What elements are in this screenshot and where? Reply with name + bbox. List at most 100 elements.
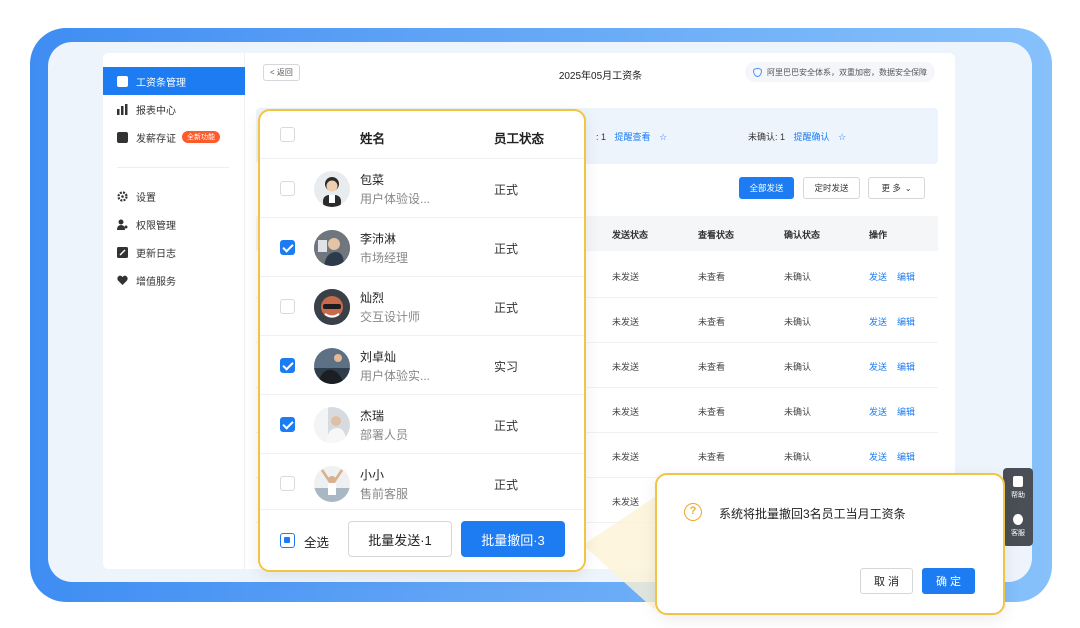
confirm-button[interactable]: 确 定 <box>922 568 975 594</box>
sidebar-item-label: 报表中心 <box>136 105 176 117</box>
send-link[interactable]: 发送 <box>869 405 887 418</box>
view-status: 未查看 <box>698 407 726 417</box>
new-feature-badge: 全新功能 <box>182 131 220 143</box>
question-icon: ? <box>684 503 702 521</box>
employee-role: 售前客服 <box>360 487 409 501</box>
select-all-checkbox[interactable] <box>280 533 295 548</box>
sidebar-item-payslip[interactable]: 工资条管理 <box>103 67 245 95</box>
row-checkbox[interactable] <box>280 358 295 373</box>
edit-link[interactable]: 编辑 <box>897 450 915 463</box>
edit-link[interactable]: 编辑 <box>897 405 915 418</box>
cancel-button[interactable]: 取 消 <box>860 568 913 594</box>
avatar <box>314 171 350 207</box>
pin-icon[interactable]: ☆ <box>659 132 667 142</box>
security-text: 阿里巴巴安全体系，双重加密，数据安全保障 <box>767 67 927 77</box>
confirm-status: 未确认 <box>784 407 812 417</box>
view-status: 未查看 <box>698 317 726 327</box>
select-all-label[interactable]: 全选 <box>304 532 329 551</box>
employee-name: 包菜 <box>360 173 385 187</box>
employee-status: 正式 <box>494 478 519 492</box>
help-button[interactable]: 帮助 <box>1003 470 1033 506</box>
avatar <box>314 348 350 384</box>
employee-status: 正式 <box>494 183 519 197</box>
edit-link[interactable]: 编辑 <box>897 360 915 373</box>
th-confirm-status: 确认状态 <box>784 230 821 240</box>
th-view-status: 查看状态 <box>698 230 735 240</box>
employee-name: 杰瑞 <box>360 409 385 423</box>
header-name: 姓名 <box>360 132 386 146</box>
row-checkbox[interactable] <box>280 417 295 432</box>
employee-row[interactable]: 小小 售前客服 正式 <box>260 454 584 513</box>
edit-link[interactable]: 编辑 <box>897 315 915 328</box>
row-checkbox[interactable] <box>280 240 295 255</box>
remind-view-link[interactable]: 提醒查看 <box>615 132 651 142</box>
help-label: 帮助 <box>1011 492 1025 499</box>
employee-status: 正式 <box>494 419 519 433</box>
viewed-value: : 1 <box>596 132 607 142</box>
send-status: 未发送 <box>612 362 640 372</box>
pin-icon[interactable]: ☆ <box>838 132 846 142</box>
confirm-status: 未确认 <box>784 452 812 462</box>
sidebar-item-permissions[interactable]: 权限管理 <box>103 210 245 238</box>
service-label: 客服 <box>1011 530 1025 537</box>
employee-role: 部署人员 <box>360 428 409 442</box>
payslip-icon <box>117 75 128 87</box>
send-link[interactable]: 发送 <box>869 360 887 373</box>
service-button[interactable]: 客服 <box>1003 508 1033 544</box>
sidebar-item-changelog[interactable]: 更新日志 <box>103 238 245 266</box>
employee-row[interactable]: 刘卓灿 用户体验实... 实习 <box>260 336 584 395</box>
th-send-status: 发送状态 <box>612 230 649 240</box>
send-link[interactable]: 发送 <box>869 270 887 283</box>
sidebar-item-label: 工资条管理 <box>136 77 186 89</box>
header-status: 员工状态 <box>494 132 545 146</box>
user-key-icon <box>117 219 128 230</box>
avatar <box>314 466 350 502</box>
send-all-button[interactable]: 全部发送 <box>739 177 794 199</box>
employee-role: 用户体验设... <box>360 192 431 206</box>
employee-name: 灿烈 <box>360 291 385 305</box>
more-dropdown[interactable]: 更 多 ⌄ <box>868 177 925 199</box>
unconfirmed-stat: 未确认: 1 提醒确认 ☆ <box>748 130 846 143</box>
row-checkbox[interactable] <box>280 299 295 314</box>
row-checkbox[interactable] <box>280 181 295 196</box>
more-label: 更 多 <box>881 183 901 193</box>
employee-row[interactable]: 灿烈 交互设计师 正式 <box>260 277 584 336</box>
employee-row[interactable]: 杰瑞 部署人员 正式 <box>260 395 584 454</box>
sidebar-item-settings[interactable]: 设置 <box>103 182 245 210</box>
avatar <box>314 230 350 266</box>
sidebar-item-reports[interactable]: 报表中心 <box>103 95 245 123</box>
send-link[interactable]: 发送 <box>869 315 887 328</box>
avatar <box>314 407 350 443</box>
employee-panel-header: 姓名 员工状态 <box>260 111 584 159</box>
headset-icon <box>1013 514 1023 525</box>
sidebar-item-label: 增值服务 <box>136 276 176 288</box>
send-status: 未发送 <box>612 407 640 417</box>
view-status: 未查看 <box>698 362 726 372</box>
batch-recall-button[interactable]: 批量撤回·3 <box>461 521 565 557</box>
avatar <box>314 289 350 325</box>
stage: 工资条管理 报表中心 发薪存证 全新功能 设置 权限管理 更新日志 增值服务 <… <box>0 0 1080 628</box>
view-status: 未查看 <box>698 272 726 282</box>
send-status: 未发送 <box>612 272 640 282</box>
sidebar-item-certificate[interactable]: 发薪存证 全新功能 <box>103 123 245 151</box>
row-checkbox[interactable] <box>280 476 295 491</box>
confirm-status: 未确认 <box>784 317 812 327</box>
certificate-icon <box>117 131 128 143</box>
sidebar: 工资条管理 报表中心 发薪存证 全新功能 设置 权限管理 更新日志 增值服务 <box>103 53 245 569</box>
send-link[interactable]: 发送 <box>869 450 887 463</box>
scheduled-send-button[interactable]: 定时发送 <box>803 177 860 199</box>
batch-send-button[interactable]: 批量发送·1 <box>348 521 452 557</box>
send-status: 未发送 <box>612 497 640 507</box>
employee-role: 交互设计师 <box>360 310 421 324</box>
employee-panel-footer: 全选 批量发送·1 批量撤回·3 <box>260 509 584 570</box>
employee-status: 实习 <box>494 360 519 374</box>
confirm-dialog: ? 系统将批量撤回3名员工当月工资条 取 消 确 定 <box>655 473 1005 615</box>
sidebar-divider <box>117 167 229 168</box>
employee-row[interactable]: 李沛淋 市场经理 正式 <box>260 218 584 277</box>
remind-confirm-link[interactable]: 提醒确认 <box>794 132 830 142</box>
edit-link[interactable]: 编辑 <box>897 270 915 283</box>
header-checkbox[interactable] <box>280 127 295 142</box>
sidebar-item-value-added[interactable]: 增值服务 <box>103 266 245 294</box>
dialog-message: 系统将批量撤回3名员工当月工资条 <box>719 507 906 521</box>
employee-row[interactable]: 包菜 用户体验设... 正式 <box>260 159 584 218</box>
